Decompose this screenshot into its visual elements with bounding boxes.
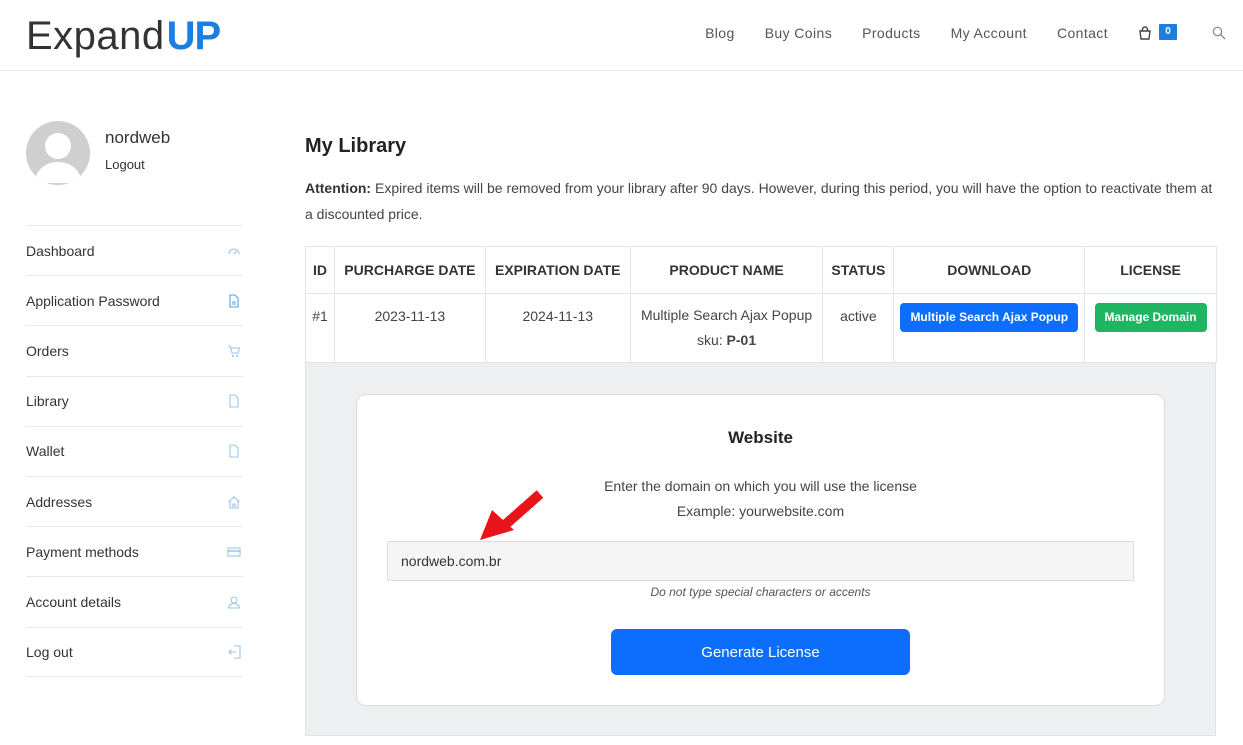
logout-icon [228,645,241,659]
sidebar-item-account-details[interactable]: Account details [26,576,243,626]
nav-my-account[interactable]: My Account [951,25,1027,41]
license-panel: Website Enter the domain on which you wi… [305,362,1216,736]
column-header-id: ID [305,246,335,294]
sidebar-item-application-password[interactable]: Application Password [26,275,243,325]
user-profile: nordweb Logout [26,121,244,185]
sidebar-item-orders[interactable]: Orders [26,325,243,375]
sidebar-item-library[interactable]: Library [26,375,243,426]
page-title: My Library [305,135,407,157]
license-form-title: Website [728,428,793,447]
domain-input[interactable] [387,541,1134,581]
nav-buy-coins[interactable]: Buy Coins [765,25,832,41]
sidebar-item-label: Orders [26,342,69,359]
site-header: Expand UP Blog Buy Coins Products My Acco… [0,0,1243,71]
product-name-text: Multiple Search Ajax Popup [640,307,813,323]
red-arrow-annotation-icon [480,490,544,540]
download-button[interactable]: Multiple Search Ajax Popup [900,303,1079,332]
domain-hint: Do not type special characters or accent… [650,585,871,599]
username: nordweb [105,128,171,147]
nav-contact[interactable]: Contact [1057,25,1108,41]
column-header-download: DOWNLOAD [893,246,1086,294]
avatar [26,121,90,185]
sidebar-item-label: Log out [26,643,73,660]
library-table: ID PURCHARGE DATE EXPIRATION DATE PRODUC… [305,246,1217,363]
cell-purchase-date: 2023-11-13 [333,293,486,363]
nav-products[interactable]: Products [862,25,920,41]
attention-text: Expired items will be removed from your … [305,180,1213,222]
cell-id: #1 [305,293,335,363]
sidebar-item-addresses[interactable]: Addresses [26,475,243,526]
shopping-bag-icon [1139,26,1151,40]
attention-notice: Attention: Expired items will be removed… [305,175,1220,227]
expandup-logo[interactable]: Expand UP [26,12,222,58]
logout-link[interactable]: Logout [105,157,145,172]
nav-blog[interactable]: Blog [705,25,735,41]
generate-license-button[interactable]: Generate License [611,629,910,675]
dashboard-gauge-icon [228,248,240,254]
column-header-license: LICENSE [1084,246,1217,294]
sidebar-item-dashboard[interactable]: Dashboard [26,225,243,275]
attention-label: Attention: [305,180,372,196]
column-header-expiration-date: EXPIRATION DATE [484,246,631,294]
sidebar-item-wallet[interactable]: Wallet [26,425,243,476]
cart-button[interactable]: 0 [1138,23,1178,43]
sku-label: sku: [696,332,727,348]
cell-product-name: Multiple Search Ajax Popup sku: P-01 [629,293,824,363]
file-icon [229,444,239,458]
sidebar-item-label: Wallet [26,443,65,460]
user-icon [227,596,241,609]
sidebar-item-payment-methods[interactable]: Payment methods [26,526,243,576]
column-header-status: STATUS [822,246,895,294]
column-header-purchase-date: PURCHARGE DATE [333,246,486,294]
table-row: #1 2023-11-13 2024-11-13 Multiple Search… [305,293,1217,363]
cell-download: Multiple Search Ajax Popup [893,293,1086,363]
sidebar-item-label: Dashboard [26,242,95,259]
sidebar-item-label: Account details [26,593,121,610]
account-sidebar: Dashboard Application Password Orders Li… [26,225,243,677]
search-icon[interactable] [1212,26,1226,40]
product-name: Multiple Search Ajax Popup sku: P-01 [631,303,823,353]
sidebar-item-label: Payment methods [26,543,139,560]
cart-count-badge: 0 [1159,24,1177,40]
column-header-product-name: PRODUCT NAME [629,246,824,294]
table-header-row: ID PURCHARGE DATE EXPIRATION DATE PRODUC… [305,246,1217,294]
home-icon [228,495,240,509]
sku-value: P-01 [726,332,757,348]
logo-text-expand: Expand [26,14,165,58]
cell-expiration-date: 2024-11-13 [484,293,631,363]
logo-text-up: UP [166,14,222,58]
cart-icon [228,345,241,357]
license-form-card: Website Enter the domain on which you wi… [356,394,1165,706]
credit-card-icon [227,547,241,557]
sidebar-item-log-out[interactable]: Log out [26,626,243,677]
main-nav: Blog Buy Coins Products My Account Conta… [705,24,1243,42]
sidebar-item-label: Addresses [26,493,93,510]
manage-domain-button[interactable]: Manage Domain [1094,303,1207,332]
default-user-icon [34,133,82,183]
file-icon [229,394,239,408]
file-icon [229,294,239,308]
sidebar-item-label: Library [26,393,69,410]
cell-license: Manage Domain [1084,293,1217,363]
sidebar-item-label: Application Password [26,292,160,309]
cell-status: active [822,293,895,363]
